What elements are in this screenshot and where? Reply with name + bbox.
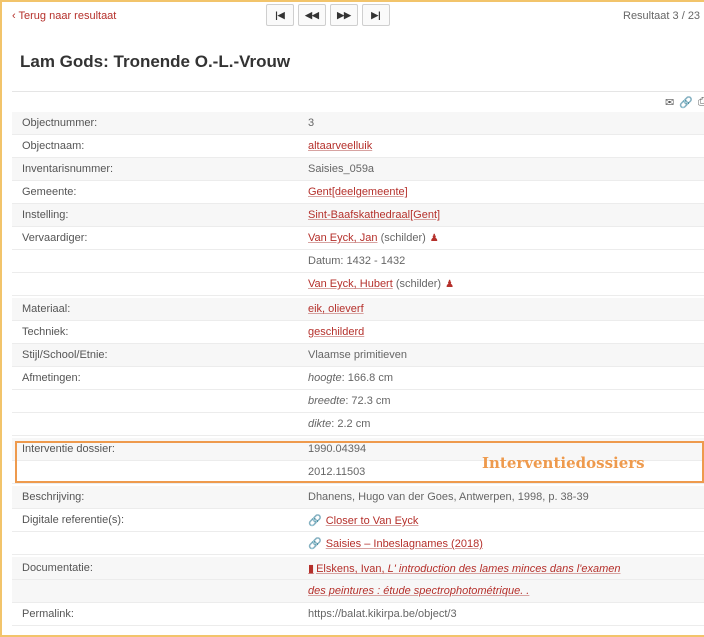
row-datum: Datum: 1432 - 1432 bbox=[12, 250, 704, 273]
page-title: Lam Gods: Tronende O.-L.-Vrouw bbox=[20, 52, 291, 71]
link-icon: 🔗 bbox=[308, 538, 322, 550]
dimension-depth: dikte: 2.2 cm bbox=[308, 418, 370, 430]
row-techniek: Techniek: geschilderd bbox=[12, 321, 704, 344]
back-to-results-link[interactable]: ‹ Terug naar resultaat bbox=[12, 10, 116, 22]
field-label: Techniek: bbox=[22, 326, 69, 338]
row-stijl: Stijl/School/Etnie: Vlaamse primitieven bbox=[12, 344, 704, 367]
digital-reference-link[interactable]: Closer to Van Eyck bbox=[326, 515, 419, 527]
field-label: Vervaardiger: bbox=[22, 232, 88, 244]
field-label: Permalink: bbox=[22, 608, 74, 620]
result-counter: Resultaat 3 / 23 bbox=[623, 10, 701, 22]
dimension-key: breedte bbox=[308, 395, 346, 407]
link-icon[interactable]: 🔗 bbox=[679, 96, 693, 109]
maker-role: (schilder) bbox=[395, 278, 442, 290]
row-vervaardiger-2: Van Eyck, Hubert (schilder) ♟ bbox=[12, 273, 704, 296]
techniek-link[interactable]: geschilderd bbox=[308, 326, 364, 338]
maker-entry: Van Eyck, Jan (schilder) ♟ bbox=[308, 232, 439, 244]
row-afmetingen-2: breedte: 72.3 cm bbox=[12, 390, 704, 413]
dimension-value: : 166.8 cm bbox=[341, 372, 394, 384]
field-value: Vlaamse primitieven bbox=[308, 349, 408, 361]
row-digitale: Digitale referentie(s): 🔗 Closer to Van E… bbox=[12, 509, 704, 532]
field-label: Stijl/School/Etnie: bbox=[22, 349, 108, 361]
row-materiaal: Materiaal: eik, olieverf bbox=[12, 298, 704, 321]
title-divider bbox=[12, 91, 704, 92]
action-icons: ✉ 🔗 ⎙ bbox=[665, 96, 704, 109]
dimension-value: : 2.2 cm bbox=[331, 418, 371, 430]
digital-reference-link[interactable]: Saisies – Inbeslagnames (2018) bbox=[326, 538, 483, 550]
person-icon[interactable]: ♟ bbox=[430, 233, 439, 244]
field-value: Saisies_059a bbox=[308, 163, 375, 175]
doc-title: L' introduction des lames minces dans l'… bbox=[387, 563, 621, 575]
book-icon: ▮ bbox=[308, 563, 315, 575]
row-permalink: Permalink: https://balat.kikirpa.be/obje… bbox=[12, 603, 704, 626]
instelling-link[interactable]: Sint-Baafskathedraal[Gent] bbox=[308, 209, 440, 221]
field-label: Instelling: bbox=[22, 209, 69, 221]
field-label: Gemeente: bbox=[22, 186, 77, 198]
maker-entry: Van Eyck, Hubert (schilder) ♟ bbox=[308, 278, 454, 290]
row-documentatie: Documentatie: ▮ Elskens, Ivan, L' introdu… bbox=[12, 557, 704, 580]
first-result-button[interactable]: |◀ bbox=[266, 4, 294, 26]
field-label: Digitale referentie(s): bbox=[22, 514, 125, 526]
row-beschrijving: Beschrijving: Dhanens, Hugo van der Goes… bbox=[12, 486, 704, 509]
person-icon[interactable]: ♟ bbox=[445, 279, 454, 290]
dimension-key: hoogte bbox=[308, 372, 342, 384]
link-icon: 🔗 bbox=[308, 515, 322, 527]
annotation-label: Interventiedossiers bbox=[482, 454, 645, 472]
row-digitale-2: 🔗 Saisies – Inbeslagnames (2018) bbox=[12, 532, 704, 555]
row-documentatie-2: des peintures : étude spectrophotométriq… bbox=[12, 580, 704, 603]
field-value: 3 bbox=[308, 117, 315, 129]
field-value: Dhanens, Hugo van der Goes, Antwerpen, 1… bbox=[308, 491, 589, 503]
dimension-height: hoogte: 166.8 cm bbox=[308, 372, 393, 384]
mail-icon[interactable]: ✉ bbox=[665, 96, 674, 109]
row-gemeente: Gemeente: Gent[deelgemeente] bbox=[12, 181, 704, 204]
date-value: Datum: 1432 - 1432 bbox=[308, 255, 406, 267]
documentation-link[interactable]: ▮ Elskens, Ivan, L' introduction des lame… bbox=[308, 562, 620, 575]
navigation-bar: ‹ Terug naar resultaat |◀ ◀◀ ▶▶ ▶| Resul… bbox=[0, 0, 704, 34]
row-inventarisnummer: Inventarisnummer: Saisies_059a bbox=[12, 158, 704, 181]
maker-link-jan[interactable]: Van Eyck, Jan bbox=[308, 232, 378, 244]
row-afmetingen: Afmetingen: hoogte: 166.8 cm bbox=[12, 367, 704, 390]
field-label: Objectnummer: bbox=[22, 117, 98, 129]
field-label: Beschrijving: bbox=[22, 491, 85, 503]
dimension-key: dikte bbox=[308, 418, 332, 430]
digital-reference: 🔗 Closer to Van Eyck bbox=[308, 514, 418, 527]
doc-author: Elskens, Ivan, bbox=[316, 563, 388, 575]
row-instelling: Instelling: Sint-Baafskathedraal[Gent] bbox=[12, 204, 704, 227]
previous-result-button[interactable]: ◀◀ bbox=[298, 4, 326, 26]
dimension-width: breedte: 72.3 cm bbox=[308, 395, 391, 407]
maker-role: (schilder) bbox=[380, 232, 426, 244]
materiaal-link[interactable]: eik, olieverf bbox=[308, 303, 364, 315]
row-objectnaam: Objectnaam: altaarveelluik bbox=[12, 135, 704, 158]
field-label: Objectnaam: bbox=[22, 140, 85, 152]
field-label: Documentatie: bbox=[22, 562, 93, 574]
field-label: Afmetingen: bbox=[22, 372, 81, 384]
dimension-value: : 72.3 cm bbox=[345, 395, 391, 407]
row-vervaardiger: Vervaardiger: Van Eyck, Jan (schilder) ♟ bbox=[12, 227, 704, 250]
last-result-button[interactable]: ▶| bbox=[362, 4, 390, 26]
row-afmetingen-3: dikte: 2.2 cm bbox=[12, 413, 704, 436]
digital-reference: 🔗 Saisies – Inbeslagnames (2018) bbox=[308, 537, 483, 550]
row-objectnummer: Objectnummer: 3 bbox=[12, 112, 704, 135]
print-icon[interactable]: ⎙ bbox=[698, 96, 704, 109]
objectnaam-link[interactable]: altaarveelluik bbox=[308, 140, 372, 152]
next-result-button[interactable]: ▶▶ bbox=[330, 4, 358, 26]
maker-link-hubert[interactable]: Van Eyck, Hubert bbox=[308, 278, 393, 290]
gemeente-link[interactable]: Gent[deelgemeente] bbox=[308, 186, 408, 198]
field-label: Materiaal: bbox=[22, 303, 71, 315]
field-label: Inventarisnummer: bbox=[22, 163, 114, 175]
permalink-url[interactable]: https://balat.kikirpa.be/object/3 bbox=[308, 608, 457, 620]
documentation-link-continued[interactable]: des peintures : étude spectrophotométriq… bbox=[308, 585, 529, 597]
